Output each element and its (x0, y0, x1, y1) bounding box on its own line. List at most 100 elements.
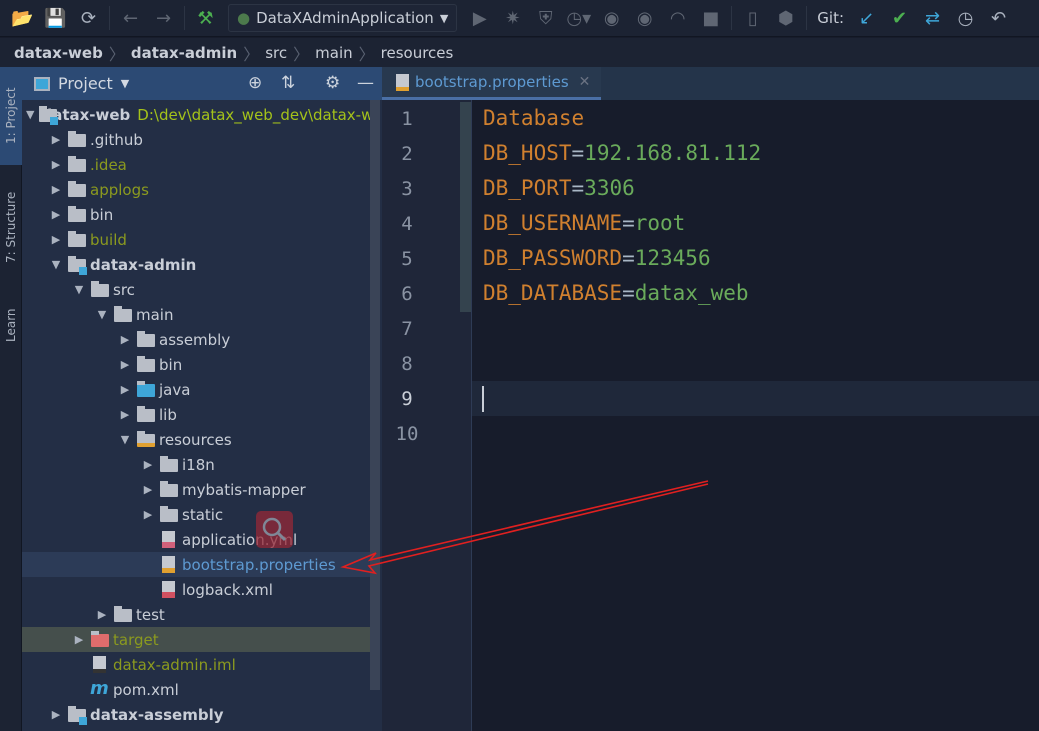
tree-item[interactable]: ▶ applogs (22, 177, 370, 202)
folder-icon (67, 230, 87, 249)
side-tab-structure[interactable]: 7: Structure (0, 177, 22, 277)
sync-icon[interactable]: ⟳ (72, 3, 105, 33)
tree-item[interactable]: ▼ datax-admin (22, 252, 370, 277)
tree-item[interactable]: ▼ resources (22, 427, 370, 452)
minimize-icon[interactable]: — (357, 73, 374, 93)
code-line[interactable]: DB_USERNAME=root (483, 211, 685, 235)
tree-item[interactable]: ▶ build (22, 227, 370, 252)
breadcrumb-item[interactable]: resources (377, 44, 458, 62)
git-merge-icon[interactable]: ⇄ (916, 3, 949, 33)
code-line[interactable]: DB_PORT=3306 (483, 176, 635, 200)
tree-item[interactable]: ▶ .idea (22, 152, 370, 177)
locate-icon[interactable]: ⊕ (248, 73, 262, 93)
project-view-select[interactable]: Project (58, 74, 113, 93)
breadcrumb-item[interactable]: datax-admin (127, 44, 241, 62)
collapsed-arrow-icon[interactable]: ▶ (49, 183, 63, 196)
tree-item[interactable]: ▶ target (22, 627, 370, 652)
folder-icon (159, 480, 179, 499)
breadcrumb-item[interactable]: src (261, 44, 291, 62)
tree-item[interactable]: ▶ java (22, 377, 370, 402)
tree-item[interactable]: ▶ test (22, 602, 370, 627)
text-caret (482, 386, 484, 412)
tree-item[interactable]: ▶ static (22, 502, 370, 527)
save-icon[interactable]: 💾 (39, 3, 72, 33)
git-commit-icon[interactable]: ✔ (883, 3, 916, 33)
tree-item[interactable]: ▶ i18n (22, 452, 370, 477)
code-line[interactable]: Database (483, 106, 584, 130)
collapsed-arrow-icon[interactable]: ▶ (49, 158, 63, 171)
code-line[interactable]: DB_PASSWORD=123456 (483, 246, 711, 270)
tree-item[interactable]: ▶ lib (22, 402, 370, 427)
gear-icon[interactable]: ⚙ (325, 73, 340, 93)
tab-label: bootstrap.properties (415, 73, 569, 91)
collapsed-arrow-icon[interactable]: ▶ (141, 508, 155, 521)
collapsed-arrow-icon[interactable]: ▶ (118, 358, 132, 371)
open-folder-icon[interactable]: 📂 (6, 3, 39, 33)
tree-scrollbar[interactable] (370, 100, 380, 690)
code-line[interactable]: DB_DATABASE=datax_web (483, 281, 749, 305)
run-configuration-select[interactable]: ● DataXAdminApplication ▼ (228, 4, 458, 32)
tree-item[interactable]: ▶ .github (22, 127, 370, 152)
breadcrumb-item[interactable]: datax-web (10, 44, 107, 62)
attach-debug-icon[interactable]: ◉ (628, 3, 661, 33)
coverage-icon[interactable]: ⛨ (529, 3, 562, 33)
close-icon[interactable]: ✕ (579, 74, 591, 90)
collapsed-arrow-icon[interactable]: ▶ (49, 133, 63, 146)
tree-item[interactable]: datax-admin.iml (22, 652, 370, 677)
tree-item[interactable]: ▼ src (22, 277, 370, 302)
expanded-arrow-icon[interactable]: ▼ (72, 283, 86, 296)
tree-item[interactable]: ▶ bin (22, 352, 370, 377)
profile-icon[interactable]: ◷▾ (562, 3, 595, 33)
collapsed-arrow-icon[interactable]: ▶ (118, 333, 132, 346)
file-shape (162, 530, 175, 548)
collapsed-arrow-icon[interactable]: ▶ (118, 383, 132, 396)
git-update-icon[interactable]: ↙ (850, 3, 883, 33)
sdk-icon[interactable]: ⬢ (769, 3, 802, 33)
side-tab-learn[interactable]: Learn (0, 295, 22, 355)
stop-icon[interactable]: ■ (694, 3, 727, 33)
collapse-all-icon[interactable]: ⇅ (281, 73, 295, 93)
git-history-icon[interactable]: ◷ (949, 3, 982, 33)
chevron-down-icon[interactable]: ▼ (121, 77, 129, 90)
tree-item[interactable]: ▶ datax-assembly (22, 702, 370, 727)
expanded-arrow-icon[interactable]: ▼ (118, 433, 132, 446)
tree-item[interactable]: ▼ main (22, 302, 370, 327)
file-shape (162, 580, 175, 598)
tree-item[interactable]: bootstrap.properties (22, 552, 370, 577)
back-icon[interactable]: ← (114, 3, 147, 33)
resources-folder-icon (136, 430, 156, 449)
folder-shape (137, 430, 155, 447)
expanded-arrow-icon[interactable]: ▼ (95, 308, 109, 321)
attach-icon[interactable]: ◉ (595, 3, 628, 33)
breadcrumb-item[interactable]: main (311, 44, 356, 62)
tree-item[interactable]: ▶ bin (22, 202, 370, 227)
run-icon[interactable]: ▶ (463, 3, 496, 33)
tab-bootstrap-properties[interactable]: bootstrap.properties ✕ (382, 67, 601, 100)
collapsed-arrow-icon[interactable]: ▶ (49, 233, 63, 246)
collapsed-arrow-icon[interactable]: ▶ (141, 483, 155, 496)
tree-item[interactable]: application.yml (22, 527, 370, 552)
expanded-arrow-icon[interactable]: ▼ (26, 108, 34, 121)
change-marker[interactable] (460, 102, 471, 312)
tree-item[interactable]: ▶ mybatis-mapper (22, 477, 370, 502)
collapsed-arrow-icon[interactable]: ▶ (118, 408, 132, 421)
tree-item-label: applogs (90, 180, 149, 199)
profiler-icon[interactable]: ◠ (661, 3, 694, 33)
device-icon[interactable]: ▯ (736, 3, 769, 33)
rollback-icon[interactable]: ↶ (982, 3, 1015, 33)
forward-icon[interactable]: → (147, 3, 180, 33)
collapsed-arrow-icon[interactable]: ▶ (49, 708, 63, 721)
tree-item[interactable]: ▶ assembly (22, 327, 370, 352)
debug-icon[interactable]: ✷ (496, 3, 529, 33)
collapsed-arrow-icon[interactable]: ▶ (95, 608, 109, 621)
tree-item[interactable]: ▼ datax-web D:\dev\datax_web_dev\datax-w (22, 102, 370, 127)
code-line[interactable]: DB_HOST=192.168.81.112 (483, 141, 761, 165)
collapsed-arrow-icon[interactable]: ▶ (49, 208, 63, 221)
tree-item[interactable]: m pom.xml (22, 677, 370, 702)
side-tab-project[interactable]: 1: Project (0, 67, 22, 165)
tree-item[interactable]: logback.xml (22, 577, 370, 602)
collapsed-arrow-icon[interactable]: ▶ (141, 458, 155, 471)
collapsed-arrow-icon[interactable]: ▶ (72, 633, 86, 646)
build-hammer-icon[interactable]: ⚒ (189, 3, 222, 33)
expanded-arrow-icon[interactable]: ▼ (49, 258, 63, 271)
